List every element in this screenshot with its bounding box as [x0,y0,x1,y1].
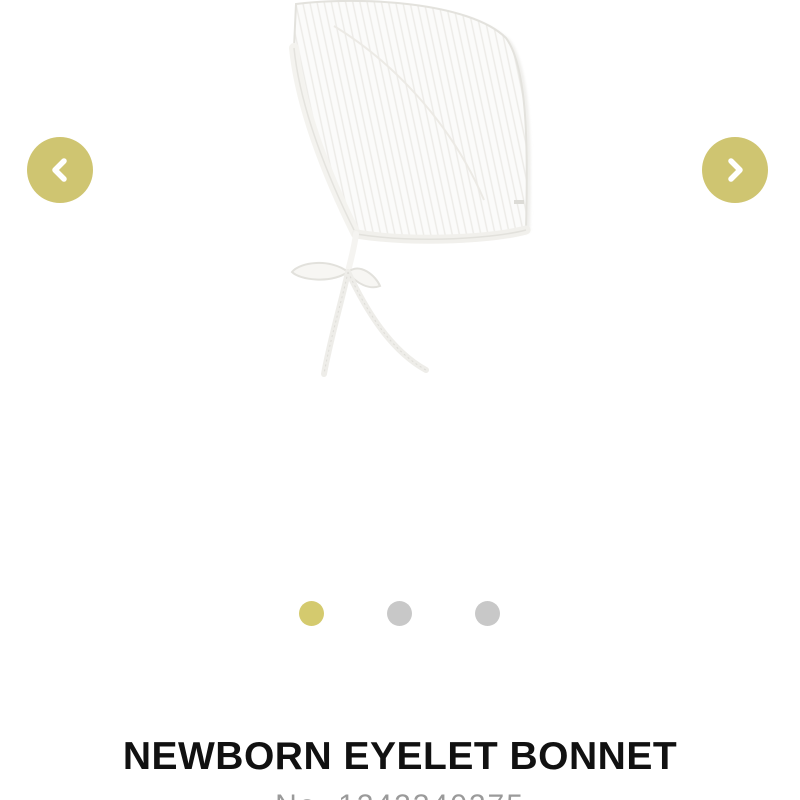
chevron-right-icon [728,158,743,182]
carousel-dot-1[interactable] [299,601,324,626]
carousel-dot-3[interactable] [475,601,500,626]
chevron-left-icon [52,158,67,182]
product-page: NEWBORN EYELET BONNET No. 1242340275 [0,0,800,800]
product-number: No. 1242340275 [0,788,800,800]
previous-slide-button[interactable] [27,137,93,203]
next-slide-button[interactable] [702,137,768,203]
carousel-pagination [0,601,800,627]
carousel-dot-2[interactable] [387,601,412,626]
product-title: NEWBORN EYELET BONNET [122,735,678,778]
product-image [289,0,531,377]
image-carousel [0,0,800,660]
